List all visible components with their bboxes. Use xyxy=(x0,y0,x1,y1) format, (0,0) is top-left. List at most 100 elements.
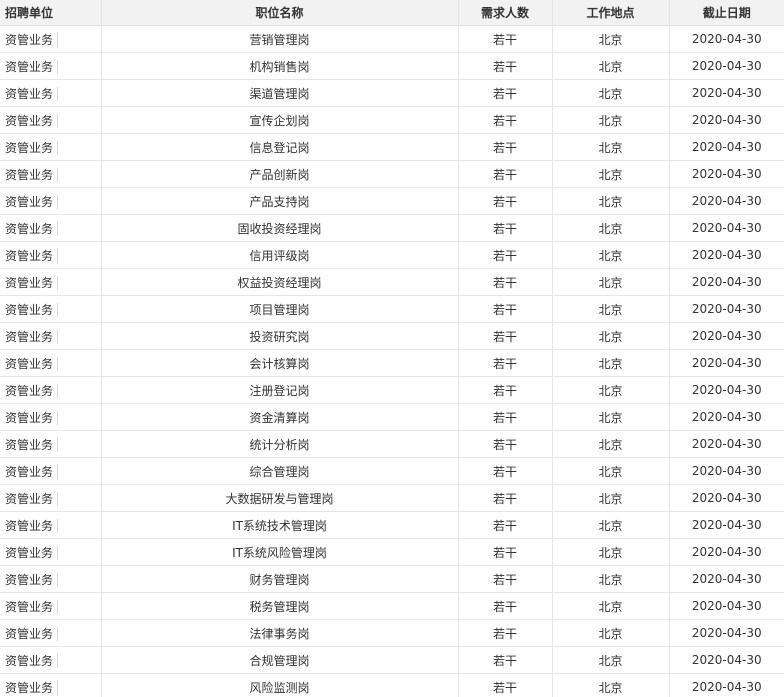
cell-deadline: 2020-04-30 xyxy=(669,52,784,80)
unit-text: 资管业务 xyxy=(5,113,59,128)
cell-deadline: 2020-04-30 xyxy=(669,457,784,485)
cell-position: 渠道管理岗 xyxy=(101,79,459,107)
cell-count: 若干 xyxy=(458,538,553,566)
header-count: 需求人数 xyxy=(458,0,553,26)
unit-text: 资管业务 xyxy=(5,248,59,263)
cell-unit: 资管业务 xyxy=(0,646,102,674)
table-body: 资管业务 营销管理岗 若干 北京 2020-04-30 资管业务 机构销售岗 若干 北京 2020… xyxy=(0,25,784,697)
cell-deadline: 2020-04-30 xyxy=(669,619,784,647)
table-row: 资管业务 产品支持岗 若干 北京 2020-04-30 xyxy=(0,187,784,215)
cell-location: 北京 xyxy=(552,295,670,323)
cell-unit: 资管业务 xyxy=(0,619,102,647)
cell-count: 若干 xyxy=(458,511,553,539)
cell-deadline: 2020-04-30 xyxy=(669,106,784,134)
cell-unit: 资管业务 xyxy=(0,322,102,350)
cell-position: 风险监测岗 xyxy=(101,673,459,697)
cell-position: 信息登记岗 xyxy=(101,133,459,161)
cell-unit: 资管业务 xyxy=(0,403,102,431)
unit-text: 资管业务 xyxy=(5,32,59,47)
cell-location: 北京 xyxy=(552,376,670,404)
cell-unit: 资管业务 xyxy=(0,79,102,107)
cell-position: 注册登记岗 xyxy=(101,376,459,404)
unit-text: 资管业务 xyxy=(5,599,59,614)
cell-unit: 资管业务 xyxy=(0,268,102,296)
cell-position: 项目管理岗 xyxy=(101,295,459,323)
cell-deadline: 2020-04-30 xyxy=(669,565,784,593)
cell-deadline: 2020-04-30 xyxy=(669,349,784,377)
cell-unit: 资管业务 xyxy=(0,241,102,269)
cell-position: 综合管理岗 xyxy=(101,457,459,485)
table-row: 资管业务 权益投资经理岗 若干 北京 2020-04-30 xyxy=(0,268,784,296)
cell-deadline: 2020-04-30 xyxy=(669,268,784,296)
unit-text: 资管业务 xyxy=(5,626,59,641)
cell-unit: 资管业务 xyxy=(0,187,102,215)
unit-text: 资管业务 xyxy=(5,383,59,398)
unit-text: 资管业务 xyxy=(5,356,59,371)
cell-count: 若干 xyxy=(458,160,553,188)
cell-deadline: 2020-04-30 xyxy=(669,160,784,188)
table-row: 资管业务 渠道管理岗 若干 北京 2020-04-30 xyxy=(0,79,784,107)
cell-position: 宣传企划岗 xyxy=(101,106,459,134)
cell-location: 北京 xyxy=(552,187,670,215)
cell-unit: 资管业务 xyxy=(0,160,102,188)
cell-position: 产品创新岗 xyxy=(101,160,459,188)
cell-position: 信用评级岗 xyxy=(101,241,459,269)
unit-text: 资管业务 xyxy=(5,410,59,425)
cell-unit: 资管业务 xyxy=(0,538,102,566)
unit-text: 资管业务 xyxy=(5,167,59,182)
unit-text: 资管业务 xyxy=(5,464,59,479)
cell-position: IT系统技术管理岗 xyxy=(101,511,459,539)
cell-unit: 资管业务 xyxy=(0,376,102,404)
table-row: 资管业务 合规管理岗 若干 北京 2020-04-30 xyxy=(0,646,784,674)
cell-unit: 资管业务 xyxy=(0,457,102,485)
cell-unit: 资管业务 xyxy=(0,295,102,323)
cell-location: 北京 xyxy=(552,457,670,485)
cell-count: 若干 xyxy=(458,106,553,134)
cell-location: 北京 xyxy=(552,268,670,296)
cell-location: 北京 xyxy=(552,349,670,377)
cell-deadline: 2020-04-30 xyxy=(669,403,784,431)
unit-text: 资管业务 xyxy=(5,653,59,668)
cell-position: IT系统风险管理岗 xyxy=(101,538,459,566)
table-row: 资管业务 IT系统风险管理岗 若干 北京 2020-04-30 xyxy=(0,538,784,566)
cell-unit: 资管业务 xyxy=(0,52,102,80)
cell-unit: 资管业务 xyxy=(0,430,102,458)
table-row: 资管业务 资金清算岗 若干 北京 2020-04-30 xyxy=(0,403,784,431)
cell-location: 北京 xyxy=(552,133,670,161)
unit-text: 资管业务 xyxy=(5,545,59,560)
cell-location: 北京 xyxy=(552,322,670,350)
cell-deadline: 2020-04-30 xyxy=(669,214,784,242)
unit-text: 资管业务 xyxy=(5,275,59,290)
cell-unit: 资管业务 xyxy=(0,349,102,377)
cell-position: 产品支持岗 xyxy=(101,187,459,215)
cell-unit: 资管业务 xyxy=(0,673,102,697)
cell-deadline: 2020-04-30 xyxy=(669,673,784,697)
cell-position: 营销管理岗 xyxy=(101,25,459,53)
table-row: 资管业务 财务管理岗 若干 北京 2020-04-30 xyxy=(0,565,784,593)
cell-count: 若干 xyxy=(458,187,553,215)
cell-position: 财务管理岗 xyxy=(101,565,459,593)
cell-location: 北京 xyxy=(552,79,670,107)
unit-text: 资管业务 xyxy=(5,437,59,452)
cell-location: 北京 xyxy=(552,646,670,674)
cell-deadline: 2020-04-30 xyxy=(669,322,784,350)
table-row: 资管业务 项目管理岗 若干 北京 2020-04-30 xyxy=(0,295,784,323)
cell-count: 若干 xyxy=(458,268,553,296)
cell-count: 若干 xyxy=(458,430,553,458)
cell-unit: 资管业务 xyxy=(0,565,102,593)
cell-deadline: 2020-04-30 xyxy=(669,133,784,161)
cell-deadline: 2020-04-30 xyxy=(669,25,784,53)
cell-position: 投资研究岗 xyxy=(101,322,459,350)
cell-count: 若干 xyxy=(458,619,553,647)
cell-count: 若干 xyxy=(458,403,553,431)
unit-text: 资管业务 xyxy=(5,302,59,317)
unit-text: 资管业务 xyxy=(5,194,59,209)
cell-count: 若干 xyxy=(458,349,553,377)
cell-count: 若干 xyxy=(458,484,553,512)
cell-location: 北京 xyxy=(552,619,670,647)
cell-count: 若干 xyxy=(458,214,553,242)
table-row: 资管业务 法律事务岗 若干 北京 2020-04-30 xyxy=(0,619,784,647)
cell-count: 若干 xyxy=(458,592,553,620)
header-row: 招聘单位 职位名称 需求人数 工作地点 截止日期 xyxy=(0,0,784,26)
table-row: 资管业务 注册登记岗 若干 北京 2020-04-30 xyxy=(0,376,784,404)
